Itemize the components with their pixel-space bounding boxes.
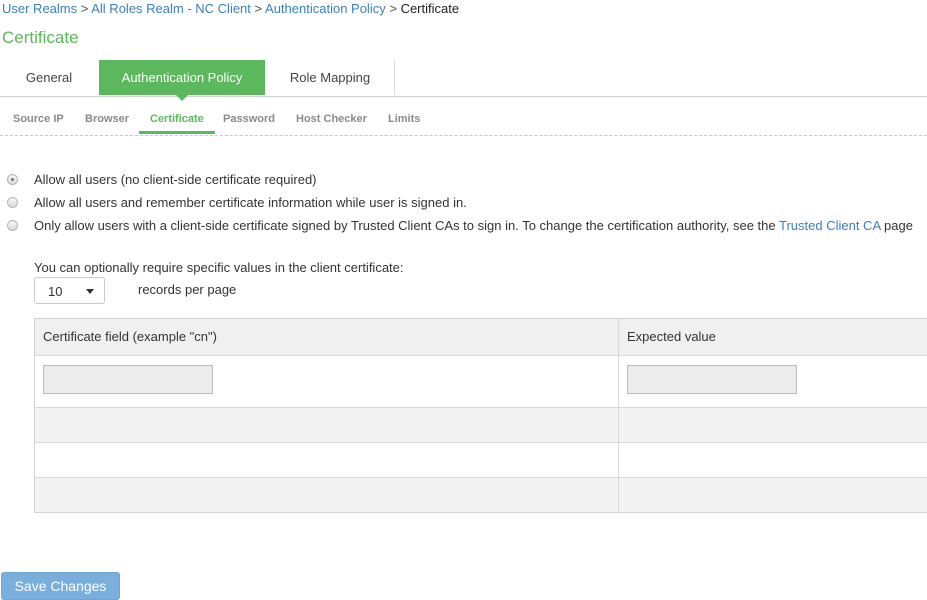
subtab-host-checker[interactable]: Host Checker — [296, 109, 367, 133]
subtab-certificate[interactable]: Certificate — [139, 109, 215, 134]
table-header-cell: Certificate field (example "cn") — [35, 319, 619, 355]
table-row — [35, 477, 927, 512]
subtab-source-ip[interactable]: Source IP — [13, 109, 64, 133]
breadcrumb-current: Certificate — [400, 1, 460, 16]
sub-tabs: Source IP Browser Certificate Password H… — [0, 109, 927, 136]
table-cell — [35, 408, 619, 442]
breadcrumb-realm[interactable]: All Roles Realm - NC Client — [91, 1, 251, 16]
save-changes-button[interactable]: Save Changes — [1, 572, 120, 600]
radio-button[interactable] — [7, 197, 18, 208]
radio-button[interactable] — [7, 174, 18, 185]
expected-value-input[interactable] — [627, 365, 797, 394]
option-label: Allow all users and remember certificate… — [34, 195, 467, 210]
table-row — [35, 407, 927, 442]
page-title: Certificate — [2, 28, 79, 47]
table-header-cell: Expected value — [619, 319, 927, 355]
certificate-values-table: Certificate field (example "cn") Expecte… — [34, 318, 927, 513]
header-certificate-field: Certificate field (example "cn") — [43, 329, 217, 344]
tab-role-mapping[interactable]: Role Mapping — [266, 60, 395, 95]
header-expected-value: Expected value — [627, 329, 716, 344]
table-cell — [619, 443, 927, 477]
certificate-field-input[interactable] — [43, 365, 213, 394]
table-header-row: Certificate field (example "cn") Expecte… — [35, 319, 927, 355]
option-text: Only allow users with a client-side cert… — [34, 218, 776, 233]
active-tab-arrow — [176, 95, 188, 101]
tab-authentication-policy[interactable]: Authentication Policy — [99, 60, 265, 95]
subtab-limits[interactable]: Limits — [388, 109, 420, 133]
radio-button[interactable] — [7, 220, 18, 231]
optional-values-text: You can optionally require specific valu… — [34, 260, 404, 275]
table-cell — [619, 478, 927, 512]
table-cell — [35, 478, 619, 512]
breadcrumb-separator: > — [254, 1, 263, 16]
breadcrumb: User Realms > All Roles Realm - NC Clien… — [2, 1, 459, 17]
breadcrumb-separator: > — [389, 1, 397, 16]
records-value: 10 — [48, 284, 63, 299]
table-row — [35, 355, 927, 407]
option-label: Allow all users (no client-side certific… — [34, 172, 317, 187]
subtab-browser[interactable]: Browser — [85, 109, 129, 133]
table-row — [35, 442, 927, 477]
chevron-down-icon — [86, 289, 94, 294]
table-cell — [619, 408, 927, 442]
table-cell — [35, 356, 619, 407]
records-per-page-select[interactable]: 10 — [34, 277, 105, 304]
main-tabs: General Authentication Policy Role Mappi… — [0, 60, 927, 97]
breadcrumb-auth-policy[interactable]: Authentication Policy — [265, 1, 386, 16]
breadcrumb-user-realms[interactable]: User Realms — [2, 1, 77, 16]
subtab-password[interactable]: Password — [223, 109, 275, 133]
trusted-client-ca-link[interactable]: Trusted Client CA — [779, 218, 880, 233]
option-label: Only allow users with a client-side cert… — [34, 218, 913, 233]
table-cell — [35, 443, 619, 477]
breadcrumb-separator: > — [80, 1, 89, 16]
tab-general[interactable]: General — [0, 60, 98, 95]
option-suffix: page — [884, 218, 913, 233]
records-per-page-label: records per page — [138, 282, 237, 297]
table-cell — [619, 356, 927, 407]
